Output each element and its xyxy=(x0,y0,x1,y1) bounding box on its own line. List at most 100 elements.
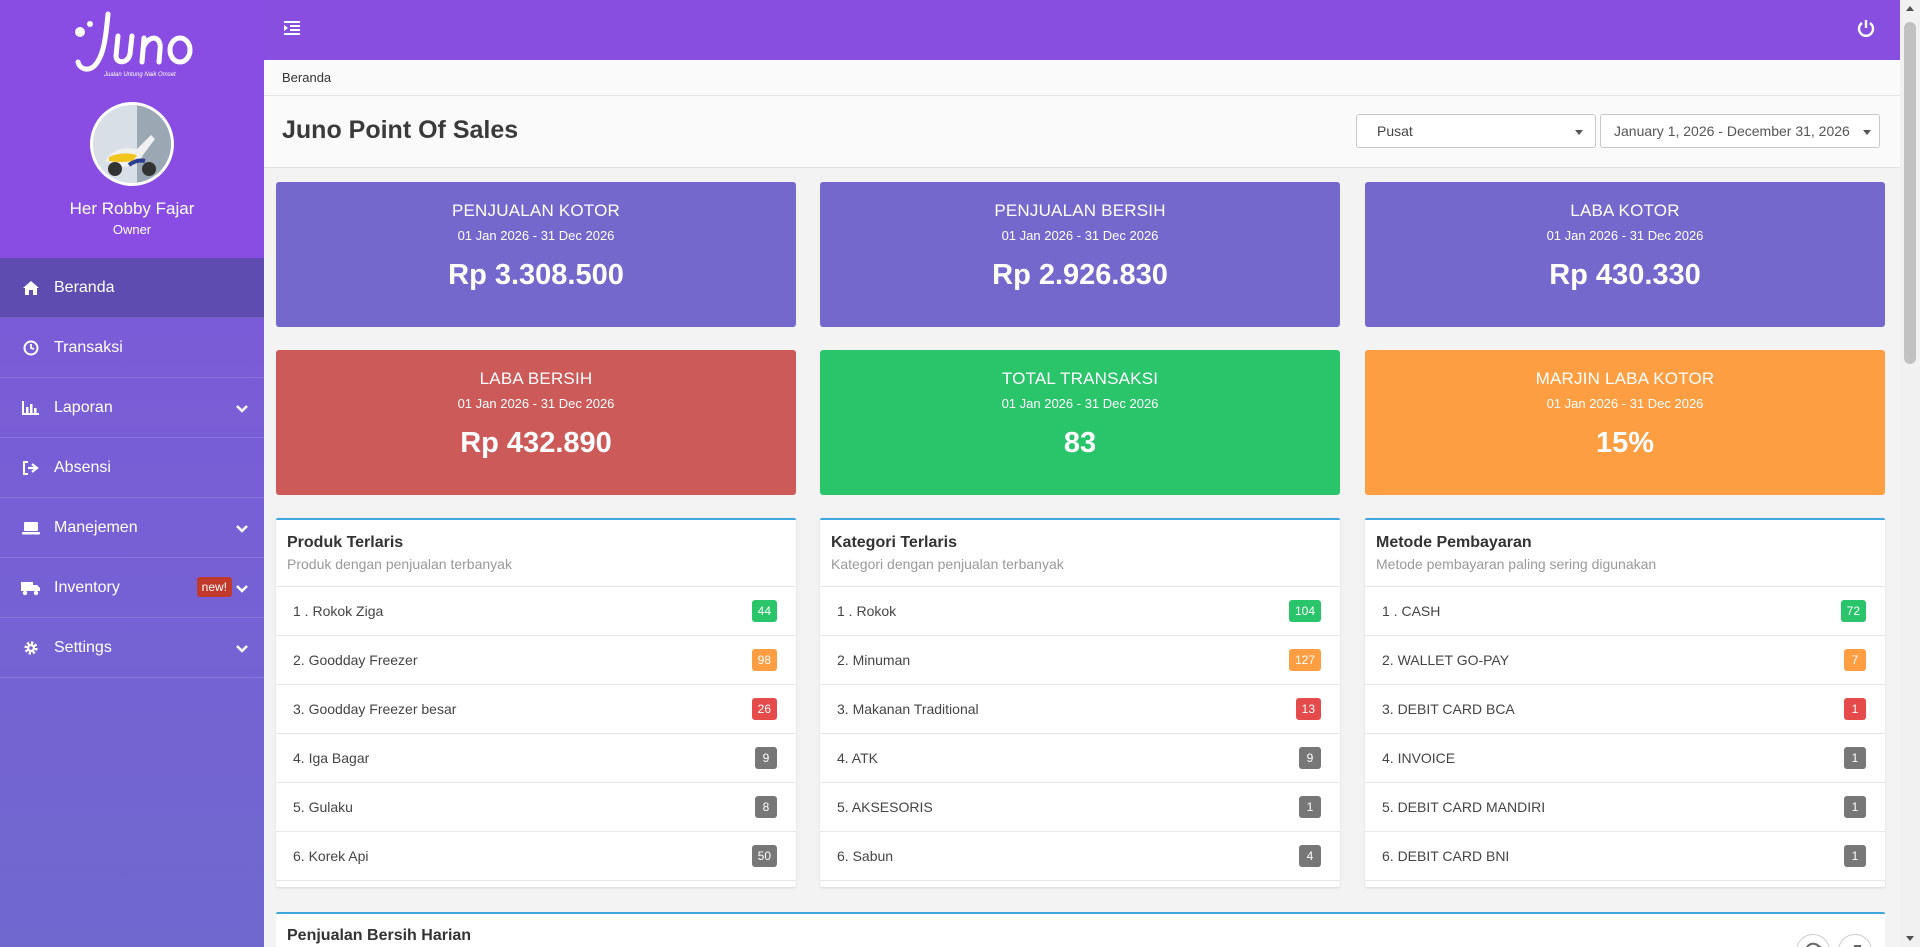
list-item[interactable]: 3. Goodday Freezer besar 26 xyxy=(276,685,796,734)
caret-down-icon xyxy=(1575,130,1583,135)
sidebar-header: Jualan Untung Naik Omset Her Robby Fajar… xyxy=(0,0,264,258)
sidebar-item-transaksi[interactable]: Transaksi xyxy=(0,318,264,378)
list-item[interactable]: 2. Minuman 127 xyxy=(820,636,1340,685)
count-badge: 8 xyxy=(755,796,777,818)
stat-card-penjualan-kotor: PENJUALAN KOTOR 01 Jan 2026 - 31 Dec 202… xyxy=(276,182,796,327)
date-range-picker[interactable]: January 1, 2026 - December 31, 2026 xyxy=(1600,114,1880,148)
list-item[interactable]: 3. DEBIT CARD BCA 1 xyxy=(1365,685,1885,734)
count-badge: 9 xyxy=(755,747,777,769)
panel-penjualan-bersih-harian: Penjualan Bersih Harian xyxy=(276,912,1885,947)
stat-value: 15% xyxy=(1595,427,1655,459)
list-item[interactable]: 1 . Rokok 104 xyxy=(820,587,1340,636)
list-item[interactable]: 1 . CASH 72 xyxy=(1365,587,1885,636)
list-item[interactable]: 5. DEBIT CARD MANDIRI 1 xyxy=(1365,783,1885,832)
stat-card-total-transaksi: TOTAL TRANSAKSI 01 Jan 2026 - 31 Dec 202… xyxy=(820,350,1340,495)
sidebar-item-beranda[interactable]: Beranda xyxy=(0,258,264,318)
home-icon xyxy=(20,279,42,297)
scroll-down-icon[interactable] xyxy=(1906,936,1914,941)
sidebar: Jualan Untung Naik Omset Her Robby Fajar… xyxy=(0,0,264,947)
list-item[interactable]: 5. AKSESORIS 1 xyxy=(820,783,1340,832)
page-title: Juno Point Of Sales xyxy=(282,116,519,144)
chart-icon xyxy=(20,399,42,417)
stat-title: TOTAL TRANSAKSI xyxy=(1001,369,1159,388)
stat-date: 01 Jan 2026 - 31 Dec 2026 xyxy=(457,396,615,411)
avatar[interactable] xyxy=(90,102,174,186)
list-item[interactable]: 5. Gulaku 8 xyxy=(276,783,796,832)
logo-tagline: Jualan Untung Naik Omset xyxy=(103,72,176,78)
sidebar-item-label: Beranda xyxy=(54,278,115,296)
stat-date: 01 Jan 2026 - 31 Dec 2026 xyxy=(1546,228,1704,243)
list-item[interactable]: 2. Goodday Freezer 98 xyxy=(276,636,796,685)
panel-title: Kategori Terlaris xyxy=(831,534,957,551)
branch-select-value: Pusat xyxy=(1377,123,1413,139)
sidebar-item-label: Absensi xyxy=(54,458,111,476)
stat-title: MARJIN LABA KOTOR xyxy=(1535,369,1715,388)
list-item[interactable]: 2. WALLET GO-PAY 7 xyxy=(1365,636,1885,685)
stat-value: Rp 430.330 xyxy=(1549,259,1701,291)
sidebar-item-manejemen[interactable]: Manejemen xyxy=(0,498,264,558)
scroll-up-icon[interactable] xyxy=(1906,6,1914,11)
stat-title: PENJUALAN BERSIH xyxy=(994,201,1166,220)
list-item[interactable]: 4. Iga Bagar 9 xyxy=(276,734,796,783)
chevron-down-icon xyxy=(236,525,248,533)
power-icon[interactable] xyxy=(1856,18,1876,38)
list-item-label: 6. Sabun xyxy=(837,848,894,864)
sidebar-item-laporan[interactable]: Laporan xyxy=(0,378,264,438)
sidebar-item-inventory[interactable]: Inventory new! xyxy=(0,558,264,618)
scrollbar-thumb[interactable] xyxy=(1904,22,1916,364)
expand-icon xyxy=(1854,945,1861,947)
expand-button[interactable] xyxy=(1838,934,1872,947)
list-item-label: 2. Minuman xyxy=(837,652,911,668)
sidebar-item-label: Inventory xyxy=(54,578,120,596)
list-item-label: 5. Gulaku xyxy=(293,799,353,815)
refresh-button[interactable] xyxy=(1796,934,1830,947)
date-range-value: January 1, 2026 - December 31, 2026 xyxy=(1614,123,1850,139)
stat-card-marjin-laba-kotor: MARJIN LABA KOTOR 01 Jan 2026 - 31 Dec 2… xyxy=(1365,350,1885,495)
caret-down-icon xyxy=(1863,130,1871,135)
list-item[interactable]: 6. Sabun 4 xyxy=(820,832,1340,881)
branch-select[interactable]: Pusat xyxy=(1356,114,1596,148)
panel-title: Metode Pembayaran xyxy=(1376,534,1532,551)
sidebar-item-label: Settings xyxy=(54,638,112,656)
sidebar-item-absensi[interactable]: Absensi xyxy=(0,438,264,498)
panel-subtitle: Kategori dengan penjualan terbanyak xyxy=(831,556,1064,572)
list-item-label: 4. ATK xyxy=(837,750,878,766)
laptop-icon xyxy=(20,519,42,537)
count-badge: 50 xyxy=(751,845,777,867)
sidebar-nav: Beranda Transaksi Laporan Absensi Maneje… xyxy=(0,258,264,678)
list-item[interactable]: 6. DEBIT CARD BNI 1 xyxy=(1365,832,1885,881)
list-item[interactable]: 6. Korek Api 50 xyxy=(276,832,796,881)
page-header: Juno Point Of Sales Pusat January 1, 202… xyxy=(264,96,1900,168)
chevron-down-icon xyxy=(236,645,248,653)
panel-header: Kategori Terlaris Kategori dengan penjua… xyxy=(820,520,1340,587)
stat-date: 01 Jan 2026 - 31 Dec 2026 xyxy=(1546,396,1704,411)
list-item-label: 6. Korek Api xyxy=(293,848,369,864)
panel-list: 1 . Rokok Ziga 44 2. Goodday Freezer 98 3. G… xyxy=(276,587,796,881)
breadcrumb[interactable]: Beranda xyxy=(282,70,331,85)
menu-toggle-icon[interactable] xyxy=(284,20,302,36)
top-bar xyxy=(264,0,1900,60)
list-item[interactable]: 4. ATK 9 xyxy=(820,734,1340,783)
list-item-label: 5. DEBIT CARD MANDIRI xyxy=(1382,799,1546,815)
stat-value: Rp 3.308.500 xyxy=(448,259,624,291)
list-item-label: 1 . CASH xyxy=(1382,603,1441,619)
panel-list: 1 . Rokok 104 2. Minuman 127 3. Makanan Trad… xyxy=(820,587,1340,881)
panel-subtitle: Metode pembayaran paling sering digunaka… xyxy=(1376,556,1657,572)
page-scrollbar[interactable] xyxy=(1900,0,1920,947)
count-badge: 9 xyxy=(1299,747,1321,769)
list-item[interactable]: 3. Makanan Traditional 13 xyxy=(820,685,1340,734)
list-item-label: 3. Goodday Freezer besar xyxy=(293,701,457,717)
stat-card-laba-kotor: LABA KOTOR 01 Jan 2026 - 31 Dec 2026 Rp … xyxy=(1365,182,1885,327)
list-item-label: 3. Makanan Traditional xyxy=(837,701,979,717)
list-item[interactable]: 4. INVOICE 1 xyxy=(1365,734,1885,783)
truck-icon xyxy=(20,579,42,597)
juno-logo[interactable]: Jualan Untung Naik Omset xyxy=(66,6,200,78)
sidebar-item-settings[interactable]: Settings xyxy=(0,618,264,678)
stat-value: Rp 2.926.830 xyxy=(992,259,1168,291)
chevron-down-icon xyxy=(236,405,248,413)
panel-title: Produk Terlaris xyxy=(287,534,404,551)
count-badge: 127 xyxy=(1288,649,1321,671)
panel-kategori-terlaris: Kategori Terlaris Kategori dengan penjua… xyxy=(820,518,1340,887)
list-item[interactable]: 1 . Rokok Ziga 44 xyxy=(276,587,796,636)
stat-title: LABA KOTOR xyxy=(1570,201,1680,220)
